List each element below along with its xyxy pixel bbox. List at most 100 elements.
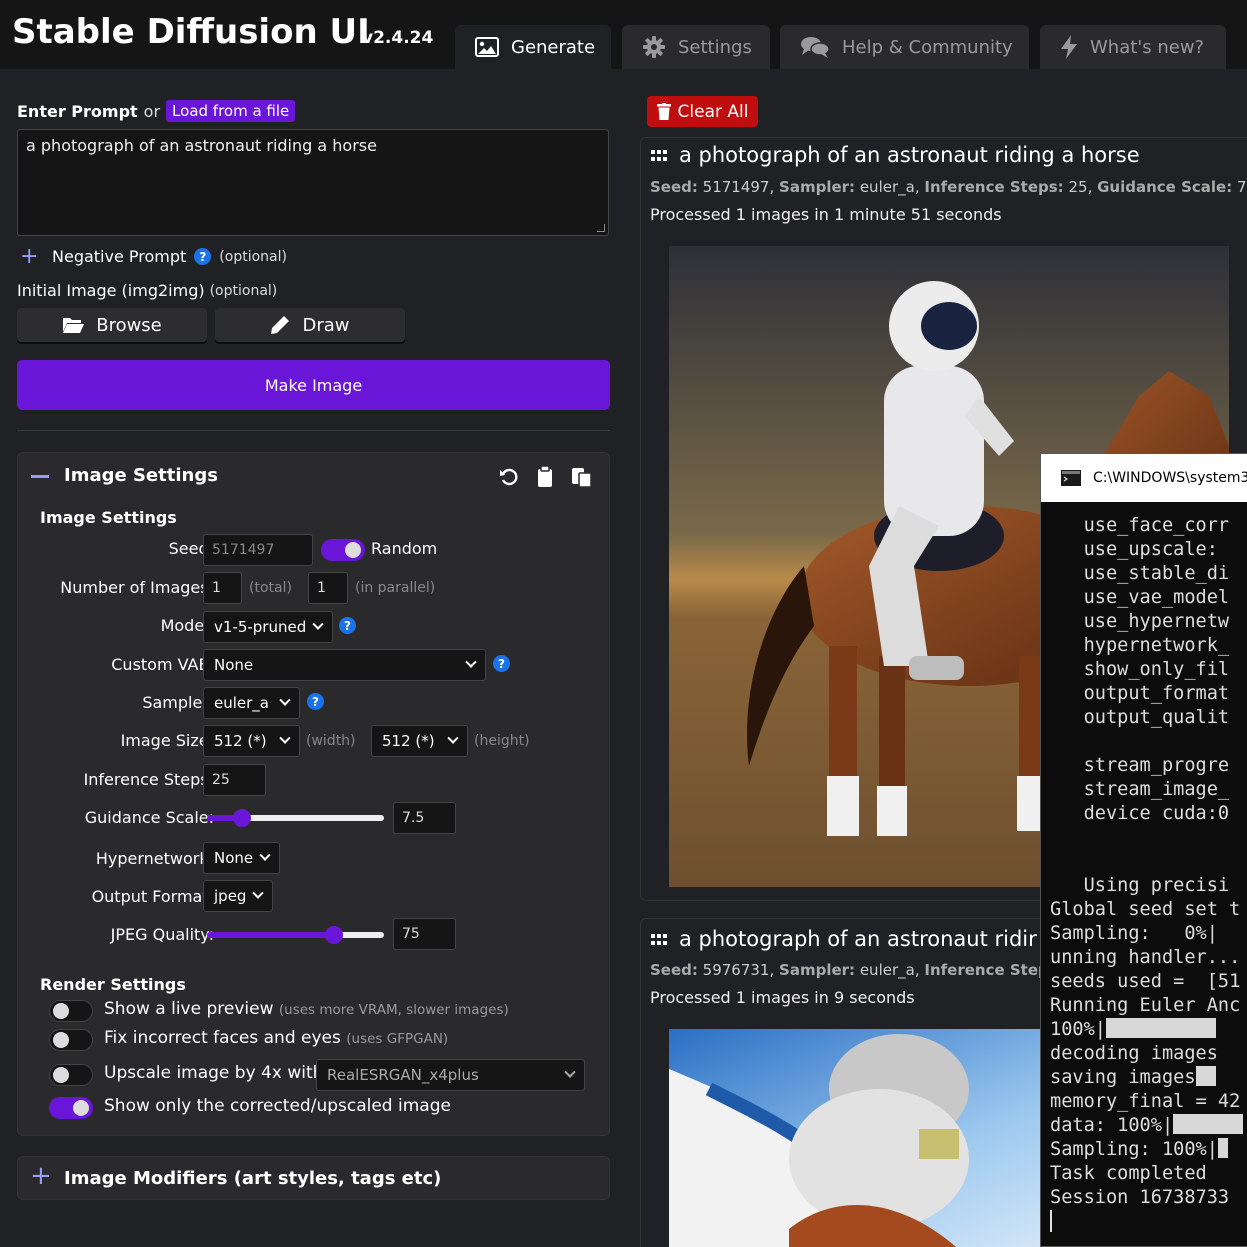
- image-settings-panel-title[interactable]: Image Settings: [64, 465, 218, 486]
- model-value: v1-5-pruned: [214, 618, 307, 636]
- chevron-down-icon: [312, 618, 324, 630]
- num-images-parallel-input[interactable]: 1: [308, 572, 348, 604]
- clipboard-icon[interactable]: [537, 466, 553, 488]
- draw-label: Draw: [302, 314, 350, 336]
- expand-icon[interactable]: +: [30, 1163, 52, 1189]
- width-select[interactable]: 512 (*): [203, 725, 300, 757]
- negative-prompt-row[interactable]: + Negative Prompt ? (optional): [20, 245, 287, 267]
- num-images-total-input[interactable]: 1: [203, 572, 242, 604]
- image-icon: [475, 37, 499, 57]
- console-line: stream_image_: [1050, 779, 1230, 800]
- console-line: use_stable_di: [1050, 563, 1230, 584]
- browse-label: Browse: [96, 314, 162, 336]
- resize-grip-icon[interactable]: [597, 224, 605, 232]
- draw-button[interactable]: Draw: [215, 308, 405, 342]
- sampler-select[interactable]: euler_a: [203, 687, 300, 719]
- seed-label: Seed:: [168, 539, 214, 558]
- console-cursor: [1050, 1210, 1052, 1232]
- app-header: Stable Diffusion UI v2.4.24 Generate Set…: [0, 0, 1247, 69]
- jpeg-quality-slider[interactable]: [207, 926, 384, 944]
- fix-faces-note: (uses GFPGAN): [346, 1031, 449, 1047]
- live-preview-toggle[interactable]: [49, 1000, 93, 1022]
- guidance-input[interactable]: 7.5: [393, 802, 456, 834]
- tab-whats-new[interactable]: What's new?: [1040, 25, 1226, 69]
- height-select[interactable]: 512 (*): [371, 725, 468, 757]
- chevron-down-icon: [252, 887, 264, 899]
- steps-input[interactable]: 25: [203, 764, 266, 796]
- prompt-input[interactable]: a photograph of an astronaut riding a ho…: [17, 129, 609, 236]
- num-images-label: Number of Images:: [60, 578, 214, 597]
- tab-settings-label: Settings: [678, 36, 752, 58]
- console-titlebar[interactable]: C:\WINDOWS\system3: [1041, 454, 1247, 502]
- sampler-label: Sampler:: [142, 693, 214, 712]
- guidance-label: Guidance Scale:: [84, 808, 214, 827]
- terminal-icon: [1061, 470, 1081, 486]
- vae-help-icon[interactable]: ?: [493, 655, 510, 672]
- model-select[interactable]: v1-5-pruned: [203, 611, 333, 643]
- seed-input[interactable]: 5171497: [203, 534, 313, 566]
- console-line: Task completed: [1050, 1163, 1207, 1184]
- tab-help-label: Help & Community: [842, 36, 1013, 58]
- console-line: use_face_corr: [1050, 515, 1230, 536]
- guidance-slider-thumb[interactable]: [233, 809, 252, 827]
- sampler-help-icon[interactable]: ?: [307, 693, 324, 710]
- console-line: Sampling: 0%|: [1050, 923, 1218, 944]
- help-icon[interactable]: ?: [194, 248, 212, 265]
- height-value: 512 (*): [382, 732, 435, 750]
- height-hint: (height): [474, 733, 530, 749]
- console-line: hypernetwork_: [1050, 635, 1230, 656]
- upscale-model-select[interactable]: RealESRGAN_x4plus: [316, 1059, 585, 1091]
- live-preview-note: (uses more VRAM, slower images): [278, 1002, 509, 1018]
- trash-icon: [656, 103, 671, 120]
- guidance-slider[interactable]: [207, 809, 384, 827]
- chevron-down-icon: [259, 849, 271, 861]
- tab-whats-new-label: What's new?: [1090, 36, 1205, 58]
- random-seed-toggle[interactable]: [321, 539, 365, 561]
- jpeg-quality-slider-thumb[interactable]: [325, 926, 344, 944]
- negative-prompt-label[interactable]: Negative Prompt: [52, 247, 186, 266]
- initial-image-row: Initial Image (img2img) (optional): [17, 281, 277, 300]
- drag-grip-icon[interactable]: [651, 934, 667, 946]
- console-line: show_only_fil: [1050, 659, 1230, 680]
- fix-faces-row: Fix incorrect faces and eyes (uses GFPGA…: [104, 1028, 448, 1048]
- fix-faces-label: Fix incorrect faces and eyes: [104, 1028, 341, 1048]
- console-line: Running Euler Anc: [1050, 995, 1241, 1016]
- model-help-icon[interactable]: ?: [339, 617, 356, 634]
- image-modifiers-panel[interactable]: + Image Modifiers (art styles, tags etc): [17, 1156, 610, 1200]
- collapse-icon[interactable]: [31, 475, 49, 478]
- progress-bar-block: [1173, 1114, 1244, 1134]
- console-line: output_format: [1050, 683, 1230, 704]
- upscale-toggle[interactable]: [49, 1064, 93, 1086]
- tab-help-community[interactable]: Help & Community: [780, 25, 1029, 69]
- load-from-file-button[interactable]: Load from a file: [166, 100, 296, 122]
- model-label: Model:: [160, 616, 214, 635]
- jpeg-quality-slider-fill: [207, 932, 335, 938]
- console-line: Session 16738733: [1050, 1187, 1230, 1208]
- drag-grip-icon[interactable]: [651, 150, 667, 162]
- reset-icon[interactable]: [499, 467, 519, 487]
- browse-button[interactable]: Browse: [17, 308, 207, 342]
- vae-select[interactable]: None: [203, 649, 486, 681]
- console-line: memory_final = 42: [1050, 1091, 1241, 1112]
- hypernetwork-select[interactable]: None: [203, 842, 280, 874]
- bolt-icon: [1061, 35, 1077, 59]
- output-format-select[interactable]: jpeg: [203, 880, 273, 912]
- plus-icon[interactable]: +: [20, 245, 38, 267]
- live-preview-row: Show a live preview (uses more VRAM, slo…: [104, 999, 509, 1019]
- tab-settings[interactable]: Settings: [622, 25, 770, 69]
- show-only-corrected-toggle[interactable]: [49, 1097, 93, 1119]
- paste-icon[interactable]: [571, 466, 593, 488]
- chevron-down-icon: [447, 732, 459, 744]
- make-image-button[interactable]: Make Image: [17, 360, 610, 410]
- tab-generate[interactable]: Generate: [455, 25, 611, 69]
- image-settings-section-title: Image Settings: [40, 508, 177, 527]
- clear-all-button[interactable]: Clear All: [647, 96, 758, 127]
- console-line: 100%|: [1050, 1018, 1247, 1042]
- image-modifiers-title[interactable]: Image Modifiers (art styles, tags etc): [64, 1168, 441, 1189]
- console-line: use_vae_model: [1050, 587, 1230, 608]
- fix-faces-toggle[interactable]: [49, 1029, 93, 1051]
- hypernetwork-label: Hypernetwork:: [95, 849, 214, 868]
- jpeg-quality-input[interactable]: 75: [393, 918, 456, 950]
- result-meta: Seed: 5171497, Sampler: euler_a, Inferen…: [650, 178, 1247, 196]
